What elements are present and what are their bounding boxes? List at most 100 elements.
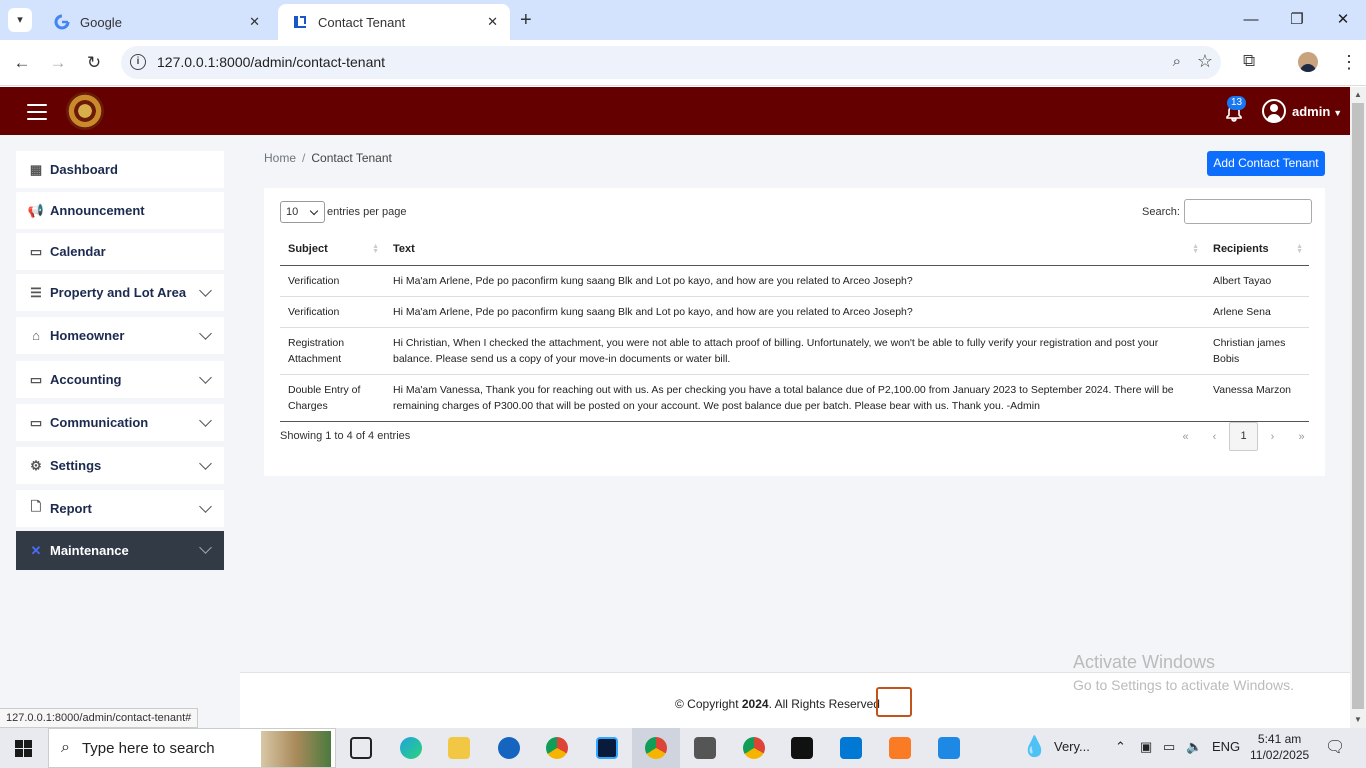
watermark-subtitle: Go to Settings to activate Windows. <box>1073 677 1294 693</box>
sidebar-item-calendar[interactable]: ▭ Calendar <box>16 233 224 270</box>
column-header-subject[interactable]: Subject ▲ ▼ <box>280 234 385 266</box>
sidebar-item-accounting[interactable]: ▭ Accounting <box>16 361 224 398</box>
photoshop-icon[interactable] <box>596 737 618 759</box>
page-scrollbar[interactable]: ▲ ▼ <box>1350 87 1366 728</box>
chrome-icon[interactable] <box>546 737 568 759</box>
chrome-profile-icon[interactable] <box>645 737 667 759</box>
column-label: Subject <box>288 243 328 256</box>
volume-icon[interactable]: 🔈 <box>1186 739 1202 755</box>
pager-next-button[interactable]: › <box>1258 431 1287 443</box>
meet-now-icon[interactable]: ▣ <box>1140 739 1152 755</box>
user-menu[interactable]: admin ▼ <box>1292 104 1342 119</box>
breadcrumb-home[interactable]: Home <box>264 151 296 165</box>
chevron-down-icon <box>199 414 212 427</box>
home-icon: ⌂ <box>32 328 40 343</box>
search-input[interactable] <box>1183 199 1312 224</box>
windows-start-icon[interactable] <box>15 740 32 757</box>
sidebar-item-label: Calendar <box>50 244 106 259</box>
table-row[interactable]: Double Entry of Charges Hi Ma'am Vanessa… <box>280 374 1309 422</box>
terminal-icon[interactable] <box>791 737 813 759</box>
browser-tab-contact-tenant[interactable]: Contact Tenant ✕ <box>278 4 510 40</box>
sidebar-item-report[interactable]: 🗋 Report <box>16 490 224 527</box>
sidebar-item-maintenance[interactable]: ✕ Maintenance <box>16 531 224 570</box>
taskbar-search-box[interactable]: ⌕ Type here to search <box>48 728 336 768</box>
show-hidden-icons-icon[interactable]: ⌃ <box>1115 739 1126 755</box>
hamburger-menu-icon[interactable] <box>27 104 47 120</box>
main-content: Home / Contact Tenant Add Contact Tenant 1… <box>240 135 1350 728</box>
bluetooth-icon[interactable] <box>498 737 520 759</box>
entries-per-page-select[interactable]: 10 <box>280 201 325 223</box>
xampp-icon[interactable] <box>889 737 911 759</box>
cell-recipients: Vanessa Marzon <box>1205 374 1309 422</box>
cell-subject: Registration Attachment <box>280 327 385 375</box>
user-avatar-icon[interactable] <box>1262 99 1286 123</box>
url-text[interactable]: 127.0.0.1:8000/admin/contact-tenant <box>157 54 385 70</box>
site-info-icon[interactable]: i <box>130 54 146 70</box>
notification-center-icon[interactable]: 🗨 <box>1325 737 1345 757</box>
pager-page-button[interactable]: 1 <box>1229 422 1258 451</box>
sidebar-item-label: Accounting <box>50 372 122 387</box>
edge-icon[interactable] <box>400 737 422 759</box>
sidebar-item-communication[interactable]: ▭ Communication <box>16 404 224 441</box>
close-icon[interactable]: ✕ <box>487 14 498 30</box>
browser-tab-google[interactable]: Google ✕ <box>40 4 272 40</box>
back-button[interactable]: ← <box>10 51 34 75</box>
sidebar-item-property[interactable]: ☰ Property and Lot Area <box>16 274 224 311</box>
pager-last-button[interactable]: » <box>1287 431 1316 443</box>
minimize-button[interactable]: — <box>1228 0 1274 40</box>
cell-text: Hi Ma'am Arlene, Pde po paconfirm kung s… <box>385 265 1205 297</box>
printer-app-icon[interactable] <box>694 737 716 759</box>
paint-app-icon[interactable] <box>938 737 960 759</box>
add-contact-tenant-button[interactable]: Add Contact Tenant <box>1207 151 1325 176</box>
scroll-down-icon[interactable]: ▼ <box>1354 715 1362 724</box>
taskbar-clock[interactable]: 5:41 am 11/02/2025 <box>1250 731 1309 763</box>
scrollbar-thumb[interactable] <box>1352 103 1364 709</box>
sidebar-item-homeowner[interactable]: ⌂ Homeowner <box>16 317 224 354</box>
table-row[interactable]: Verification Hi Ma'am Arlene, Pde po pac… <box>280 265 1309 297</box>
table-row[interactable]: Verification Hi Ma'am Arlene, Pde po pac… <box>280 296 1309 328</box>
bookmark-star-icon[interactable]: ☆ <box>1197 51 1213 72</box>
close-icon[interactable]: ✕ <box>249 14 260 30</box>
scroll-up-icon[interactable]: ▲ <box>1354 90 1362 99</box>
column-header-recipients[interactable]: Recipients ▲ ▼ <box>1205 234 1309 266</box>
chevron-down-icon <box>199 457 212 470</box>
zoom-icon[interactable]: ⌕ <box>1173 53 1181 70</box>
sidebar-item-dashboard[interactable]: ▦ Dashboard <box>16 151 224 188</box>
forward-button[interactable]: → <box>46 51 70 75</box>
pager-first-button[interactable]: « <box>1171 431 1200 443</box>
vscode-icon[interactable] <box>840 737 862 759</box>
language-indicator[interactable]: ENG <box>1212 739 1240 754</box>
tab-search-button[interactable]: ▾ <box>8 8 32 32</box>
address-bar[interactable]: i 127.0.0.1:8000/admin/contact-tenant ⌕ … <box>121 46 1221 79</box>
pager-prev-button[interactable]: ‹ <box>1200 431 1229 443</box>
activate-windows-watermark: Activate Windows Go to Settings to activ… <box>1073 652 1294 693</box>
browser-menu-icon[interactable]: ⋮ <box>1340 52 1358 73</box>
weather-icon[interactable]: 💧 <box>1022 734 1047 759</box>
restore-button[interactable]: ❐ <box>1274 0 1320 40</box>
sidebar-item-settings[interactable]: ⚙ Settings <box>16 447 224 484</box>
sidebar-item-label: Announcement <box>50 203 145 218</box>
brand-logo[interactable] <box>66 92 104 130</box>
column-header-text[interactable]: Text ▲ ▼ <box>385 234 1205 266</box>
watermark-title: Activate Windows <box>1073 652 1216 672</box>
profile-avatar[interactable] <box>1298 52 1318 72</box>
table-header-row: Subject ▲ ▼ Text ▲ ▼ Recipients ▲ ▼ <box>280 234 1309 266</box>
status-bar-url: 127.0.0.1:8000/admin/contact-tenant# <box>0 708 199 728</box>
network-icon[interactable]: ▭ <box>1163 739 1175 755</box>
chrome-icon[interactable] <box>743 737 765 759</box>
table-search: Search: <box>1142 199 1312 224</box>
sidebar-item-label: Property and Lot Area <box>50 285 187 300</box>
weather-text[interactable]: Very... <box>1054 739 1090 754</box>
file-explorer-icon[interactable] <box>448 737 470 759</box>
new-tab-button[interactable]: + <box>520 8 532 32</box>
sidebar-item-announcement[interactable]: 📢 Announcement <box>16 192 224 229</box>
table-row[interactable]: Registration Attachment Hi Christian, Wh… <box>280 327 1309 375</box>
sidebar: ▦ Dashboard 📢 Announcement ▭ Calendar ☰ … <box>0 135 240 728</box>
extensions-icon[interactable]: ⧉ <box>1243 51 1255 71</box>
window-close-button[interactable]: ✕ <box>1320 0 1366 40</box>
search-label: Search: <box>1142 205 1180 218</box>
breadcrumb-separator: / <box>302 151 306 165</box>
cell-text: Hi Ma'am Arlene, Pde po paconfirm kung s… <box>385 296 1205 328</box>
task-view-icon[interactable] <box>350 737 372 759</box>
reload-button[interactable]: ↻ <box>82 51 106 75</box>
